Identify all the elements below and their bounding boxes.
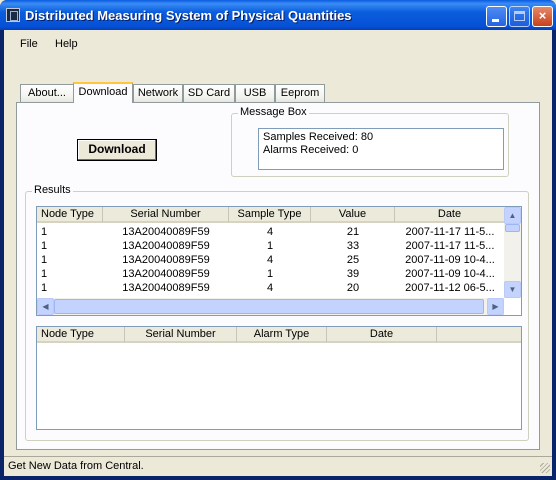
scroll-left-icon[interactable]: ◀ (37, 298, 54, 315)
app-icon[interactable] (6, 8, 20, 22)
alarms-listview[interactable]: Node Type Serial Number Alarm Type Date (36, 326, 522, 430)
cell-date: 2007-11-09 10-4... (405, 268, 495, 280)
cell-value: 21 (346, 226, 360, 238)
cell-value: 20 (346, 282, 360, 294)
window-client: File Help About... Download Network SD C… (4, 30, 552, 476)
samples-horizontal-scrollbar[interactable]: ◀ ▶ (37, 298, 504, 315)
samples-listview[interactable]: Node Type Serial Number Sample Type Valu… (36, 206, 522, 316)
samples-col-date[interactable]: Date (395, 207, 505, 223)
cell-value: 25 (346, 254, 360, 266)
tab-eeprom[interactable]: Eeprom (275, 84, 325, 102)
menu-bar: File Help (4, 30, 552, 56)
table-row[interactable]: 1 13A20040089F59 1 39 2007-11-09 10-4... (37, 267, 505, 281)
cell-serial-number: 13A20040089F59 (122, 254, 210, 266)
cell-sample-type: 1 (266, 268, 274, 280)
minimize-button[interactable] (486, 6, 507, 27)
menu-file[interactable]: File (20, 38, 38, 50)
samples-vertical-scrollbar[interactable]: ▲ ▼ (504, 207, 521, 298)
samples-col-serial-number[interactable]: Serial Number (103, 207, 229, 223)
table-row[interactable]: 1 13A20040089F59 4 21 2007-11-17 11-5... (37, 225, 505, 239)
message-box-field: Samples Received: 80 Alarms Received: 0 (258, 128, 504, 170)
download-tab-panel: Download Message Box Samples Received: 8… (16, 102, 540, 450)
message-line-alarms: Alarms Received: 0 (263, 144, 359, 156)
samples-header: Node Type Serial Number Sample Type Valu… (37, 207, 505, 223)
message-box-group: Message Box Samples Received: 80 Alarms … (231, 106, 509, 177)
title-bar[interactable]: Distributed Measuring System of Physical… (0, 0, 556, 30)
cell-date: 2007-11-12 06-5... (405, 282, 495, 294)
maximize-button[interactable] (509, 6, 530, 27)
alarms-col-blank[interactable] (437, 327, 521, 343)
table-row[interactable]: 1 13A20040089F59 4 25 2007-11-09 10-4... (37, 253, 505, 267)
samples-col-node-type[interactable]: Node Type (37, 207, 103, 223)
cell-node-type: 1 (41, 240, 48, 252)
table-row[interactable]: 1 13A20040089F59 4 20 2007-11-12 06-5... (37, 281, 505, 295)
message-line-samples: Samples Received: 80 (263, 131, 374, 143)
cell-date: 2007-11-09 10-4... (405, 254, 495, 266)
alarms-col-alarm-type[interactable]: Alarm Type (237, 327, 327, 343)
cell-serial-number: 13A20040089F59 (122, 226, 210, 238)
tab-usb[interactable]: USB (235, 84, 275, 102)
minimize-icon (492, 19, 499, 22)
samples-col-value[interactable]: Value (311, 207, 395, 223)
close-button[interactable]: × (532, 6, 553, 27)
cell-serial-number: 13A20040089F59 (122, 268, 210, 280)
cell-sample-type: 4 (266, 226, 274, 238)
app-window: Distributed Measuring System of Physical… (0, 0, 556, 480)
scroll-down-icon[interactable]: ▼ (504, 281, 521, 298)
table-row[interactable]: 1 13A20040089F59 1 33 2007-11-17 11-5... (37, 239, 505, 253)
cell-node-type: 1 (41, 254, 48, 266)
resize-grip-icon[interactable] (540, 463, 550, 473)
cell-date: 2007-11-17 11-5... (405, 240, 495, 252)
cell-node-type: 1 (41, 268, 48, 280)
results-label: Results (32, 184, 73, 196)
samples-vscroll-thumb[interactable] (505, 224, 520, 232)
tab-sd-card[interactable]: SD Card (183, 84, 235, 102)
alarms-header: Node Type Serial Number Alarm Type Date (37, 327, 521, 343)
maximize-icon (514, 11, 525, 21)
message-box-label: Message Box (238, 106, 309, 118)
menu-help[interactable]: Help (55, 38, 78, 50)
tab-network[interactable]: Network (133, 84, 183, 102)
cell-sample-type: 4 (266, 282, 274, 294)
status-bar: Get New Data from Central. (4, 456, 552, 476)
results-group: Results Node Type Serial Number Sample T… (25, 184, 529, 441)
cell-value: 33 (346, 240, 360, 252)
alarms-col-serial-number[interactable]: Serial Number (125, 327, 237, 343)
cell-date: 2007-11-17 11-5... (405, 226, 495, 238)
scroll-right-icon[interactable]: ▶ (487, 298, 504, 315)
cell-serial-number: 13A20040089F59 (122, 282, 210, 294)
close-icon: × (538, 8, 547, 23)
cell-value: 39 (346, 268, 360, 280)
download-button[interactable]: Download (77, 139, 157, 161)
samples-hscroll-thumb[interactable] (54, 299, 484, 314)
alarms-col-node-type[interactable]: Node Type (37, 327, 125, 343)
cell-node-type: 1 (41, 226, 48, 238)
alarms-col-date[interactable]: Date (327, 327, 437, 343)
scroll-up-icon[interactable]: ▲ (504, 207, 521, 224)
tab-download[interactable]: Download (73, 82, 133, 103)
cell-sample-type: 1 (266, 240, 274, 252)
status-text: Get New Data from Central. (8, 460, 144, 472)
cell-node-type: 1 (41, 282, 48, 294)
samples-col-sample-type[interactable]: Sample Type (229, 207, 311, 223)
cell-sample-type: 4 (266, 254, 274, 266)
tab-about[interactable]: About... (20, 84, 74, 102)
window-title: Distributed Measuring System of Physical… (25, 8, 352, 23)
cell-serial-number: 13A20040089F59 (122, 240, 210, 252)
